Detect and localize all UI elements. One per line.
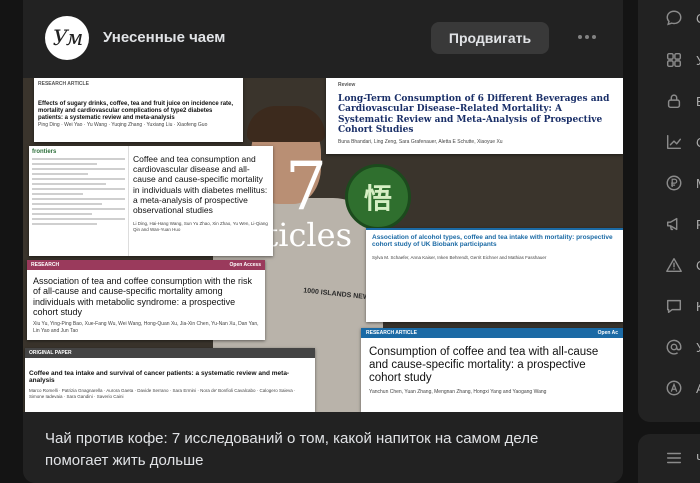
post-image[interactable]: 1000 ISLANDS NEW YORK 7 articles 悟 RESEA…: [23, 78, 623, 412]
at-icon: [664, 337, 684, 357]
megaphone-icon: [664, 214, 684, 234]
post-card: Ум Унесенные чаем Продвигать 1000 ISLAND…: [23, 0, 623, 483]
promote-button[interactable]: Продвигать: [431, 22, 549, 54]
letter-a-icon: [664, 378, 684, 398]
menu-item-label: М: [696, 176, 700, 191]
paper-title: Coffee and tea consumption and cardiovas…: [133, 154, 268, 215]
paper-card-cancer: ORIGINAL PAPER Coffee and tea intake and…: [25, 348, 315, 412]
ruble-icon: [664, 173, 684, 193]
trend-up-icon: [664, 132, 684, 152]
paper-authors: Ping Ding · Wei Yao · Yu Wang · Yuqing Z…: [38, 121, 208, 128]
overlay-number: 7: [285, 148, 327, 225]
right-menu: С У Б С М Р С К У А С: [638, 0, 700, 422]
paper-title: Effects of sugary drinks, coffee, tea an…: [38, 101, 234, 121]
paper-card-metabolic: RESEARCH Open Access Association of tea a…: [27, 260, 265, 340]
warning-icon: [664, 255, 684, 275]
menu-item-label: Ч: [696, 451, 700, 466]
paper-title: Consumption of coffee and tea with all-c…: [369, 346, 599, 385]
paper-tag: RESEARCH ARTICLE: [38, 81, 89, 87]
channel-logo: 悟: [345, 164, 411, 230]
paper-authors: Yanchun Chen, Yuan Zhang, Mengnan Zhang,…: [369, 388, 547, 395]
paper-card-beverages: Review Long-Term Consumption of 6 Differ…: [326, 78, 623, 154]
journal-sidebar: frontiers: [29, 146, 129, 256]
list-icon: [664, 448, 684, 468]
paper-tag: Review: [338, 82, 356, 88]
post-header: Ум Унесенные чаем Продвигать: [23, 0, 623, 78]
right-menu-secondary: Ч: [638, 434, 700, 483]
grid-icon: [664, 50, 684, 70]
menu-item-6[interactable]: С: [638, 247, 700, 283]
paper-title: Association of alcohol types, coffee and…: [372, 234, 613, 249]
more-options-icon[interactable]: [575, 25, 599, 49]
menu-item-7[interactable]: К: [638, 288, 700, 324]
menu-item-label: Б: [696, 94, 700, 109]
paper-title: Long-Term Consumption of 6 Different Bev…: [338, 94, 610, 136]
menu-item-4[interactable]: М: [638, 165, 700, 201]
menu-item-1[interactable]: У: [638, 42, 700, 78]
avatar[interactable]: Ум: [45, 16, 89, 60]
message-icon: [664, 296, 684, 316]
menu-item-2[interactable]: Б: [638, 83, 700, 119]
menu-item-label: С: [696, 258, 700, 273]
menu-item-label: У: [696, 53, 700, 68]
paper-card-cohort: RESEARCH ARTICLE Open Ac Consumption of c…: [361, 328, 623, 412]
chat-bubble-icon: [664, 8, 684, 28]
paper-card-diabetes: frontiers Coffee and tea consumption and…: [29, 146, 273, 256]
menu-item-5[interactable]: Р: [638, 206, 700, 242]
group-name[interactable]: Унесенные чаем: [103, 29, 225, 46]
menu-item-3[interactable]: С: [638, 124, 700, 160]
lock-icon: [664, 91, 684, 111]
menu-item-9[interactable]: А: [638, 370, 700, 406]
paper-title: Coffee and tea intake and survival of ca…: [29, 370, 290, 385]
paper-authors: Sylva M. Schaefer, Anna Kaiser, Inken Be…: [372, 254, 547, 260]
paper-tag: ORIGINAL PAPER: [25, 348, 315, 358]
paper-tag: RESEARCH Open Access: [27, 260, 265, 270]
paper-authors: Li Ding, Hai-Hang Wang, Sun Yu Zhao, Xin…: [133, 221, 268, 232]
menu-item-label: С: [696, 135, 700, 150]
paper-authors: Xiu Yu, Ying-Ping Bao, Xue-Fang Wu, Wei …: [33, 321, 259, 334]
menu-item-label: А: [696, 381, 700, 396]
menu-item-0[interactable]: С: [638, 0, 700, 36]
paper-card-alcohol: Association of alcohol types, coffee and…: [366, 228, 623, 322]
menu-item-label: С: [696, 11, 700, 26]
post-caption[interactable]: Чай против кофе: 7 исследований о том, к…: [45, 428, 605, 472]
menu-item-label: Р: [696, 217, 700, 232]
journal-brand: frontiers: [32, 149, 57, 155]
logo-glyph: 悟: [363, 183, 392, 214]
menu-item-list[interactable]: Ч: [638, 440, 700, 476]
paper-card-sugary-drinks: RESEARCH ARTICLE Effects of sugary drink…: [34, 78, 243, 142]
menu-item-label: У: [696, 340, 700, 355]
paper-title: Association of tea and coffee consumptio…: [33, 276, 252, 318]
menu-item-label: К: [696, 298, 700, 314]
paper-authors: Marco Romelli · Patrizia Gnagnarella · A…: [29, 387, 296, 399]
paper-authors: Buna Bhandari, Ling Zeng, Sara Grafenaue…: [338, 139, 503, 146]
menu-item-8[interactable]: У: [638, 329, 700, 365]
paper-tag: RESEARCH ARTICLE Open Ac: [361, 328, 623, 338]
